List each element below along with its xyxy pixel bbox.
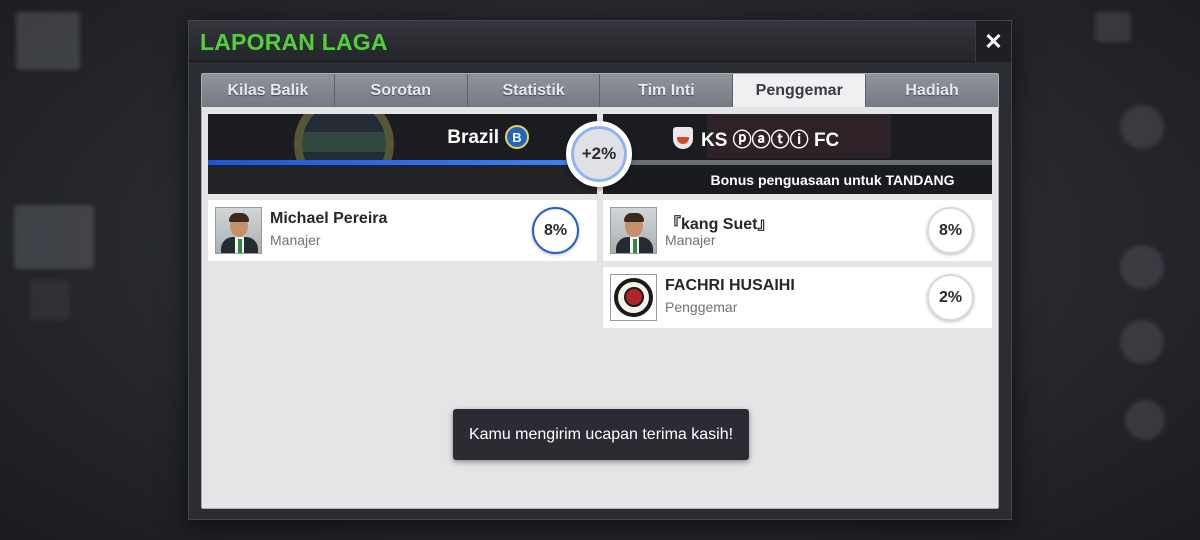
contribution-percent: 8%: [927, 207, 974, 254]
emblem-avatar: [610, 274, 657, 321]
background-left-panel: [0, 0, 120, 540]
home-subbar: [208, 165, 597, 194]
home-contributor-card[interactable]: Michael Pereira Manajer 8%: [208, 200, 597, 261]
tab-tim-inti[interactable]: Tim Inti: [600, 74, 734, 107]
club-shield-icon: [673, 127, 693, 149]
tab-bar: Kilas Balik Sorotan Statistik Tim Inti P…: [202, 74, 998, 107]
contributor-name: Michael Pereira: [270, 210, 388, 227]
away-team-header: KS ⓟⓐⓣⓘ FC: [673, 125, 839, 151]
away-progress-bar: [603, 160, 992, 165]
away-contributor-card[interactable]: FACHRI HUSAIHI Penggemar 2%: [603, 267, 992, 328]
dialog-header: LAPORAN LAGA ✕: [189, 21, 1011, 62]
contributor-role: Manajer: [270, 232, 321, 248]
club-badge-icon: B: [505, 125, 529, 149]
contribution-percent: 8%: [532, 207, 579, 254]
tab-penggemar[interactable]: Penggemar: [733, 74, 867, 107]
away-contributor-card[interactable]: 『kang Suet』 Manajer 8%: [603, 200, 992, 261]
toast-message: Kamu mengirim ucapan terima kasih!: [453, 409, 749, 460]
possession-bonus-label: Bonus penguasaan untuk TANDANG: [603, 166, 992, 194]
contributor-name: 『kang Suet』: [665, 216, 774, 233]
contributor-name: FACHRI HUSAIHI: [665, 277, 795, 294]
close-button[interactable]: ✕: [975, 21, 1011, 62]
match-report-dialog: LAPORAN LAGA ✕ Kilas Balik Sorotan Stati…: [188, 20, 1012, 520]
tab-kilas-balik[interactable]: Kilas Balik: [202, 74, 335, 107]
possession-bonus-badge: +2%: [566, 121, 632, 187]
contributor-role: Penggemar: [665, 299, 738, 315]
close-icon: ✕: [984, 28, 1003, 54]
tab-statistik[interactable]: Statistik: [467, 74, 601, 107]
contributor-role: Manajer: [665, 232, 716, 248]
dialog-title: LAPORAN LAGA: [200, 29, 388, 55]
manager-avatar: [610, 207, 657, 254]
contribution-percent: 2%: [927, 274, 974, 321]
background-right-panel: [1010, 0, 1200, 540]
tab-hadiah[interactable]: Hadiah: [866, 74, 998, 107]
tab-sorotan[interactable]: Sorotan: [334, 74, 468, 107]
manager-avatar: [215, 207, 262, 254]
home-team-bar: Brazil B: [208, 114, 597, 194]
away-team-name: KS ⓟⓐⓣⓘ FC: [701, 129, 840, 151]
report-panel: Kilas Balik Sorotan Statistik Tim Inti P…: [201, 73, 999, 509]
away-team-bar: KS ⓟⓐⓣⓘ FC Bonus penguasaan untuk TANDAN…: [603, 114, 992, 194]
away-progress-fill: [603, 160, 992, 165]
home-team-name: Brazil: [447, 127, 499, 148]
